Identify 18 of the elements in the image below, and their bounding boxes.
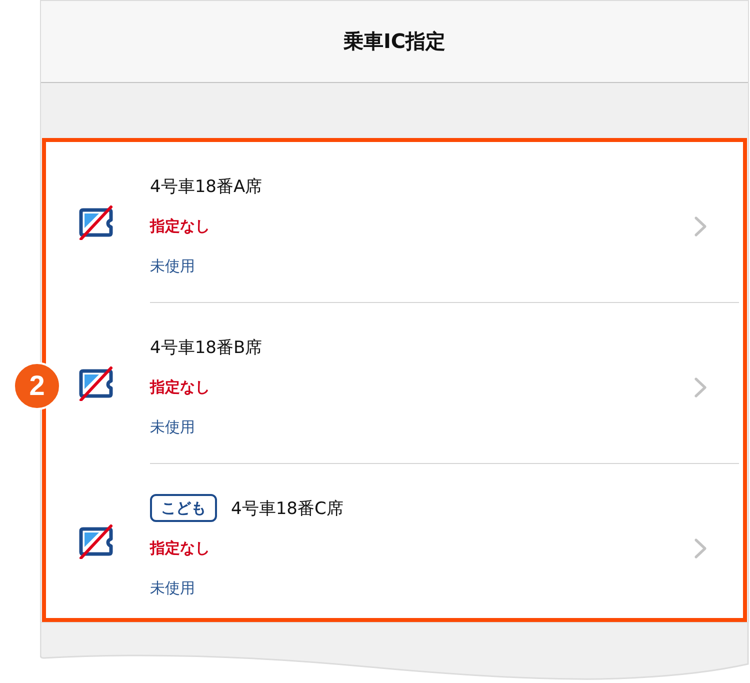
- crossed-out-card-icon: [78, 524, 114, 558]
- usage-text: 未使用: [150, 578, 195, 598]
- status-text: 指定なし: [150, 216, 210, 236]
- seat-label: 4号車18番B席: [150, 336, 262, 358]
- header-title: 乗車IC指定: [343, 28, 446, 55]
- chevron-right-icon: [694, 376, 707, 398]
- seat-label: 4号車18番C席: [231, 498, 344, 520]
- status-text: 指定なし: [150, 538, 210, 558]
- chevron-right-icon: [694, 216, 707, 236]
- crossed-out-card-icon: [78, 205, 114, 240]
- usage-text: 未使用: [150, 418, 195, 436]
- status-text: 指定なし: [150, 378, 210, 396]
- child-tag: こども: [150, 494, 217, 522]
- seat-label: 4号車18番A席: [150, 176, 262, 198]
- step-marker: 2: [13, 362, 61, 410]
- chevron-right-icon: [694, 538, 707, 558]
- usage-text: 未使用: [150, 256, 195, 276]
- crossed-out-card-icon: [78, 366, 114, 401]
